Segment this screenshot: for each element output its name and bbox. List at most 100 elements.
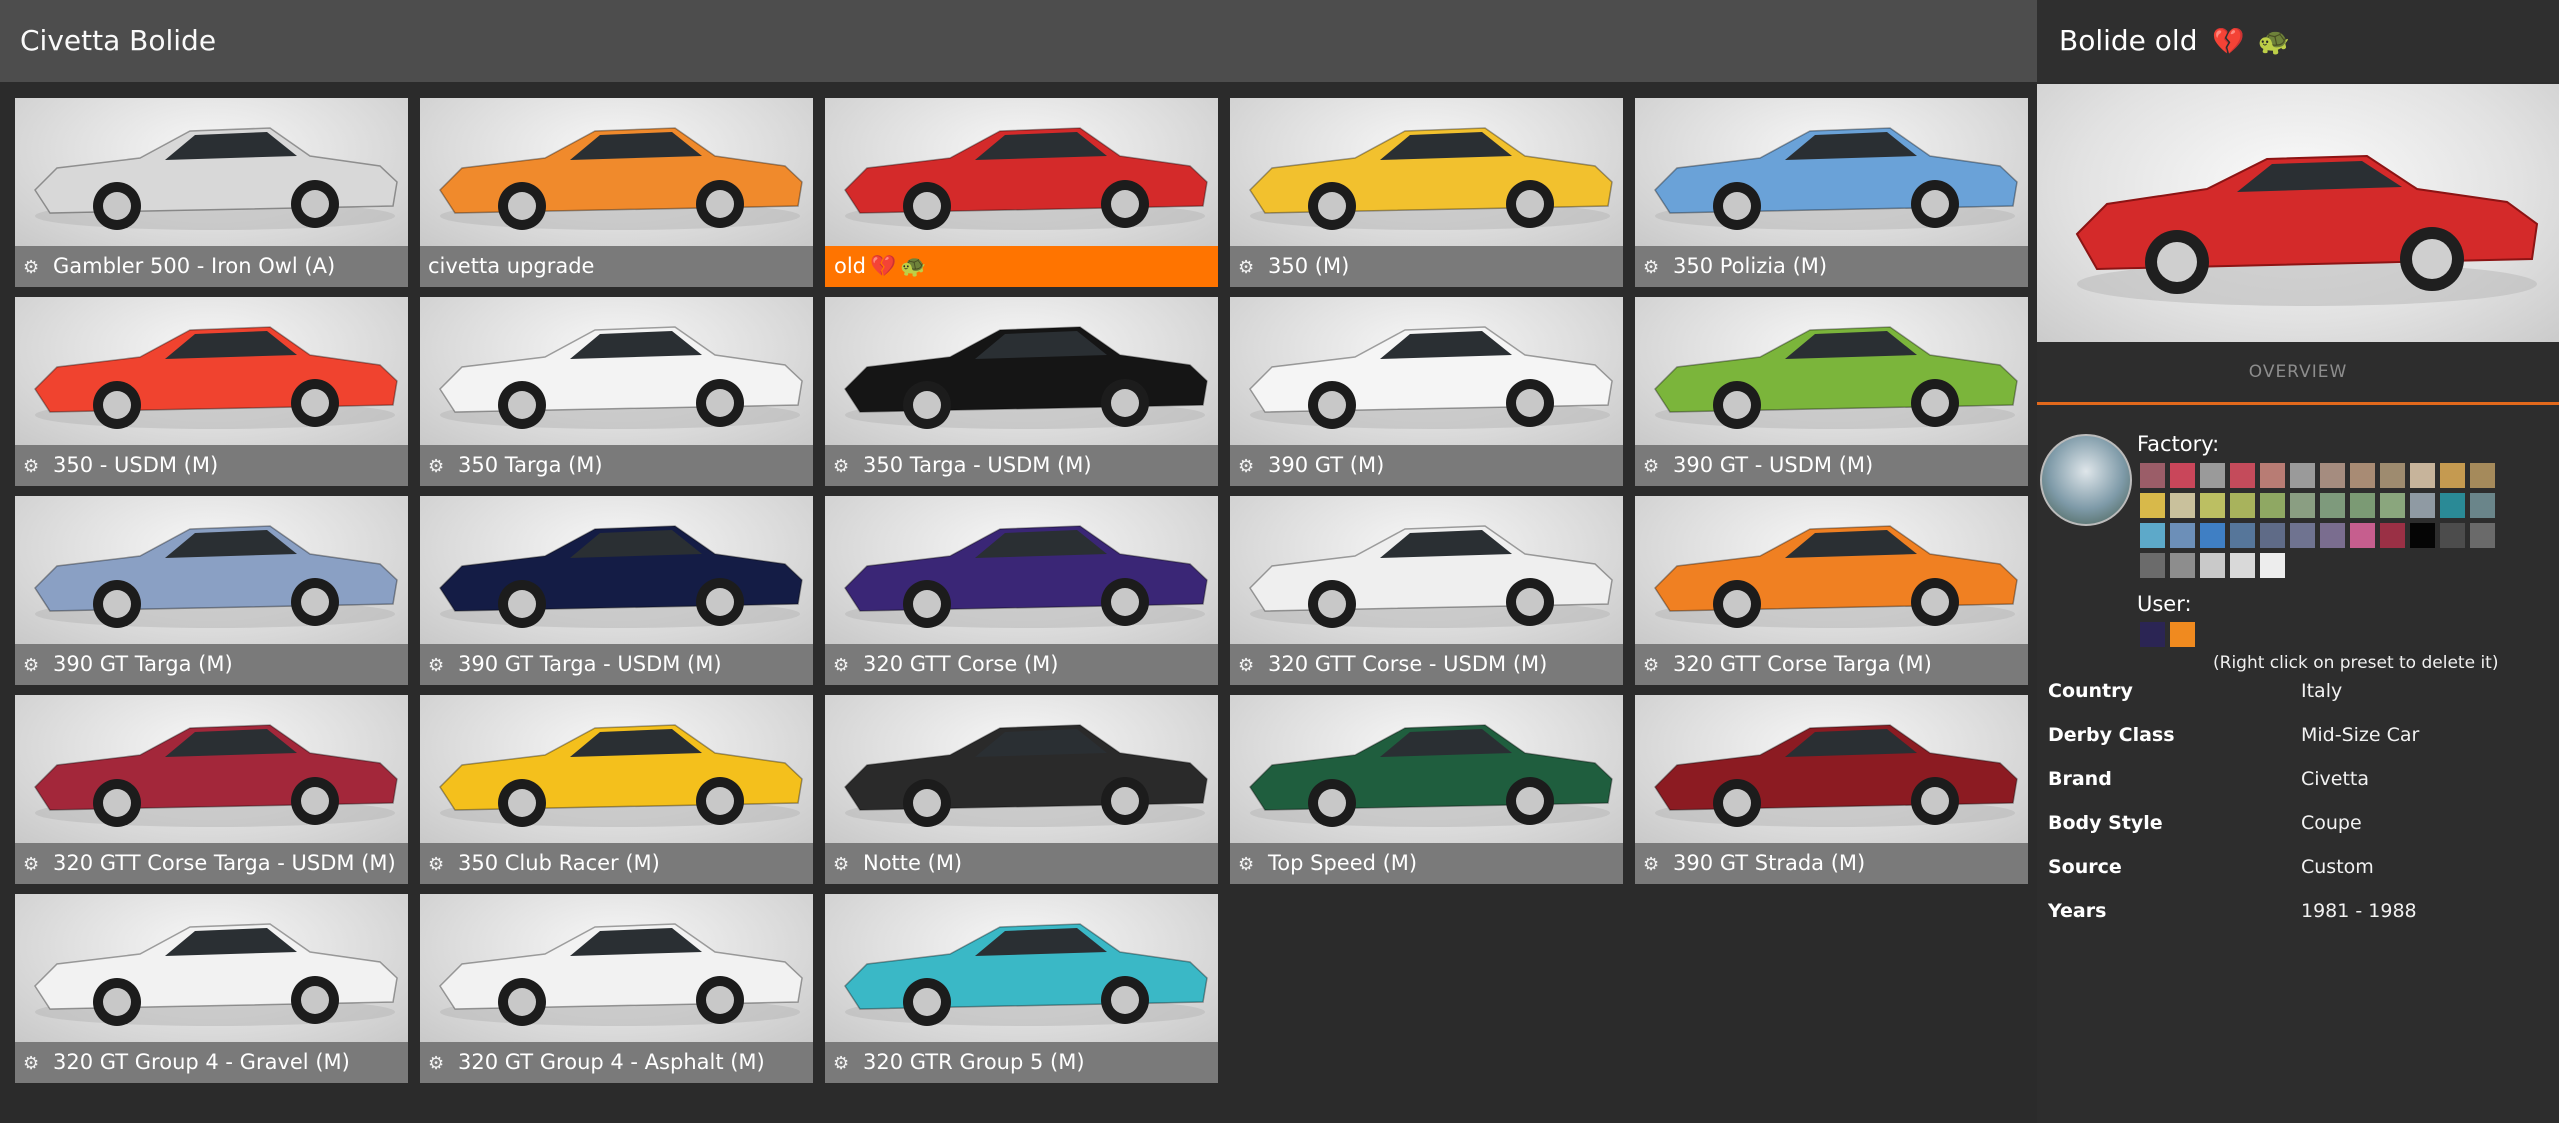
config-thumbnail [1635,496,2028,644]
factory-color-swatch[interactable] [2140,523,2165,548]
config-tile[interactable]: ⚙ 390 GT - USDM (M) [1635,297,2028,486]
details-title-text: Bolide old [2059,24,2198,57]
factory-color-swatch[interactable] [2410,493,2435,518]
config-icon: ⚙ [1643,655,1660,676]
config-tile[interactable]: ⚙ 350 Polizia (M) [1635,98,2028,287]
factory-color-swatch[interactable] [2230,493,2255,518]
factory-label: Factory: [2137,432,2220,456]
car-illustration [844,326,1208,429]
factory-color-swatch[interactable] [2320,463,2345,488]
factory-color-swatch[interactable] [2350,523,2375,548]
factory-color-swatch[interactable] [2320,493,2345,518]
config-tile[interactable]: ⚙ 320 GTT Corse (M) [825,496,1218,685]
config-tile[interactable]: ⚙ 320 GTT Corse Targa - USDM (M) [15,695,408,884]
user-color-swatch[interactable] [2140,622,2165,647]
factory-color-swatch[interactable] [2200,463,2225,488]
config-tile[interactable]: ⚙ 390 GT Targa - USDM (M) [420,496,813,685]
config-tile[interactable]: old 💔 🐢 [825,98,1218,287]
config-caption: ⚙ 320 GTT Corse Targa - USDM (M) [15,843,408,884]
property-row: Source Custom [2048,856,2548,896]
config-icon: ⚙ [833,655,850,676]
factory-color-swatch[interactable] [2200,553,2225,578]
config-tile[interactable]: ⚙ 320 GT Group 4 - Asphalt (M) [420,894,813,1083]
factory-color-swatch[interactable] [2200,523,2225,548]
factory-color-swatch[interactable] [2410,463,2435,488]
car-illustration [439,326,803,429]
config-thumbnail [1230,496,1623,644]
factory-color-swatch[interactable] [2170,463,2195,488]
config-tile[interactable]: ⚙ Top Speed (M) [1230,695,1623,884]
factory-color-swatch[interactable] [2470,493,2495,518]
factory-color-swatch[interactable] [2470,523,2495,548]
config-icon: ⚙ [833,854,850,875]
factory-color-swatch[interactable] [2260,523,2285,548]
config-tile[interactable]: ⚙ 390 GT (M) [1230,297,1623,486]
user-color-swatch[interactable] [2170,622,2195,647]
factory-color-swatch[interactable] [2380,463,2405,488]
factory-color-swatch[interactable] [2170,553,2195,578]
car-illustration [34,724,398,827]
factory-color-swatch[interactable] [2230,463,2255,488]
config-caption: ⚙ 390 GT (M) [1230,445,1623,486]
config-icon: ⚙ [23,1053,40,1074]
car-illustration [34,525,398,628]
config-thumbnail [15,496,408,644]
factory-color-swatch[interactable] [2140,553,2165,578]
config-tile[interactable]: ⚙ 320 GTR Group 5 (M) [825,894,1218,1083]
config-caption: civetta upgrade [420,246,813,287]
config-tile[interactable]: ⚙ 350 - USDM (M) [15,297,408,486]
factory-color-swatch[interactable] [2260,493,2285,518]
config-tile[interactable]: ⚙ 350 Targa - USDM (M) [825,297,1218,486]
car-illustration [34,326,398,429]
config-tile[interactable]: ⚙ 320 GTT Corse Targa (M) [1635,496,2028,685]
factory-color-swatch[interactable] [2200,493,2225,518]
factory-color-swatch[interactable] [2140,463,2165,488]
config-icon: ⚙ [428,456,445,477]
factory-color-swatch[interactable] [2290,523,2315,548]
config-tile[interactable]: ⚙ Gambler 500 - Iron Owl (A) [15,98,408,287]
property-key: Country [2048,680,2133,702]
config-label: 320 GTT Corse - USDM (M) [1268,652,1548,676]
tab-overview[interactable]: OVERVIEW [2037,362,2559,382]
factory-color-swatch[interactable] [2320,523,2345,548]
config-caption: ⚙ Top Speed (M) [1230,843,1623,884]
property-key: Years [2048,900,2107,922]
factory-color-swatch[interactable] [2350,463,2375,488]
vehicle-selector-screen: Civetta Bolide ⚙ Gambler 500 - Iron Owl (… [0,0,2559,1123]
config-label: 320 GTT Corse Targa - USDM (M) [53,851,396,875]
factory-color-swatch[interactable] [2380,493,2405,518]
factory-color-swatch[interactable] [2440,523,2465,548]
factory-color-swatch[interactable] [2440,493,2465,518]
config-caption: ⚙ 350 Club Racer (M) [420,843,813,884]
config-label: Gambler 500 - Iron Owl (A) [53,254,336,278]
factory-color-swatch[interactable] [2230,553,2255,578]
config-tile[interactable]: ⚙ 350 Club Racer (M) [420,695,813,884]
config-tile[interactable]: ⚙ 320 GT Group 4 - Gravel (M) [15,894,408,1083]
config-tile[interactable]: ⚙ 390 GT Targa (M) [15,496,408,685]
factory-color-swatch[interactable] [2230,523,2255,548]
factory-color-swatch[interactable] [2440,463,2465,488]
config-label: 390 GT Targa (M) [53,652,233,676]
car-preview-illustration [2075,154,2539,306]
factory-color-swatch[interactable] [2260,553,2285,578]
factory-color-swatch[interactable] [2470,463,2495,488]
factory-color-swatch[interactable] [2260,463,2285,488]
config-tile[interactable]: civetta upgrade [420,98,813,287]
factory-color-swatch[interactable] [2290,463,2315,488]
factory-color-swatch[interactable] [2140,493,2165,518]
car-illustration [34,127,398,230]
factory-color-swatch[interactable] [2380,523,2405,548]
config-tile[interactable]: ⚙ 390 GT Strada (M) [1635,695,2028,884]
config-tile[interactable]: ⚙ 350 Targa (M) [420,297,813,486]
factory-color-swatch[interactable] [2170,523,2195,548]
config-label: civetta upgrade [428,254,595,278]
factory-color-swatch[interactable] [2170,493,2195,518]
config-tile[interactable]: ⚙ Notte (M) [825,695,1218,884]
config-caption: ⚙ 320 GT Group 4 - Gravel (M) [15,1042,408,1083]
factory-color-swatch[interactable] [2350,493,2375,518]
config-tile[interactable]: ⚙ 350 (M) [1230,98,1623,287]
config-thumbnail [420,695,813,843]
factory-color-swatch[interactable] [2410,523,2435,548]
factory-color-swatch[interactable] [2290,493,2315,518]
config-tile[interactable]: ⚙ 320 GTT Corse - USDM (M) [1230,496,1623,685]
